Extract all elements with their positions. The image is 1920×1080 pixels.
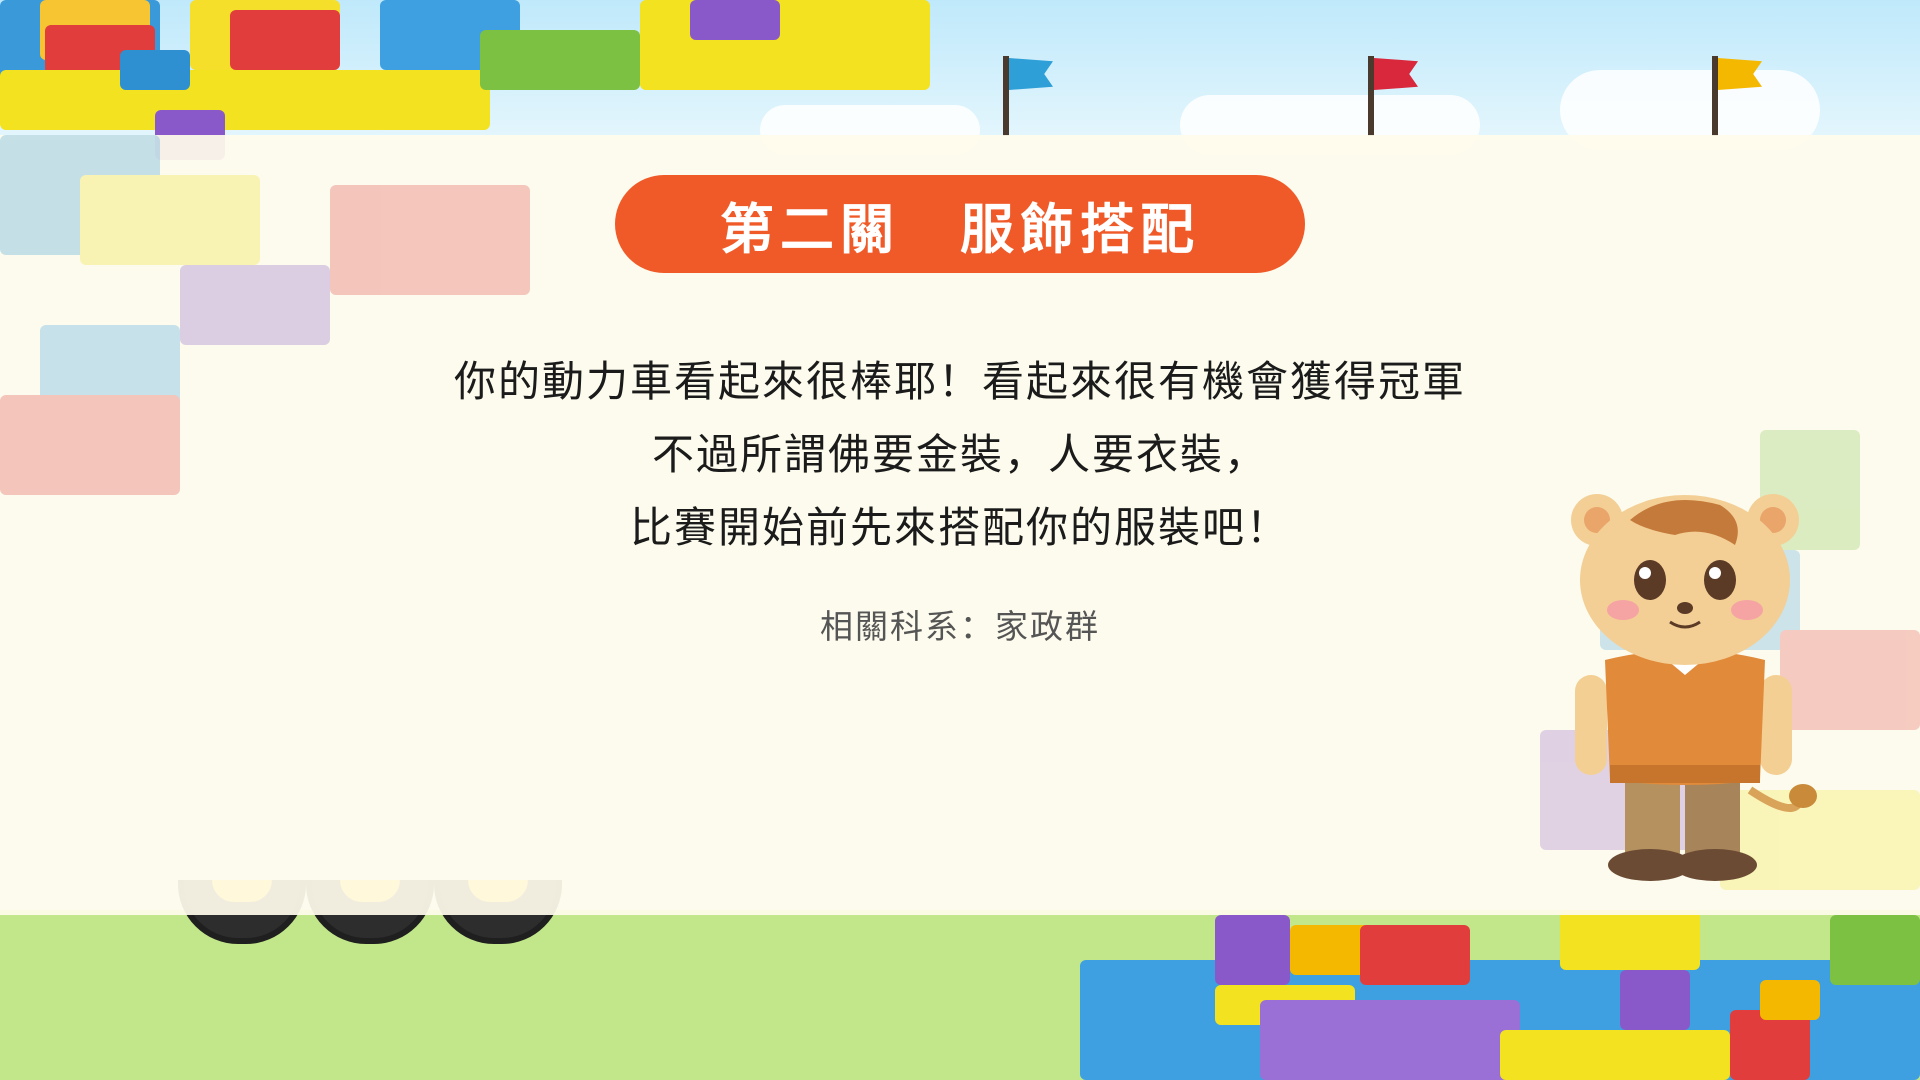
related-department: 相關科系：家政群 xyxy=(820,607,1100,646)
story-line: 不過所謂佛要金裝，人要衣裝， xyxy=(651,430,1268,479)
story-text: 你的動力車看起來很棒耶！看起來很有機會獲得冠軍 不過所謂佛要金裝，人要衣裝， 比… xyxy=(360,345,1560,564)
blue-flag-icon xyxy=(1003,56,1053,136)
game-scene: 第二關 服飾搭配 你的動力車看起來很棒耶！看起來很有機會獲得冠軍 不過所謂佛要金… xyxy=(0,0,1920,1080)
yellow-flag-icon xyxy=(1712,56,1762,136)
lion-mascot-icon xyxy=(1571,494,1817,881)
story-line: 你的動力車看起來很棒耶！看起來很有機會獲得冠軍 xyxy=(453,357,1466,406)
stage-title: 第二關 服飾搭配 xyxy=(615,175,1305,273)
story-line: 比賽開始前先來搭配你的服裝吧！ xyxy=(629,503,1290,552)
red-flag-icon xyxy=(1368,56,1418,136)
